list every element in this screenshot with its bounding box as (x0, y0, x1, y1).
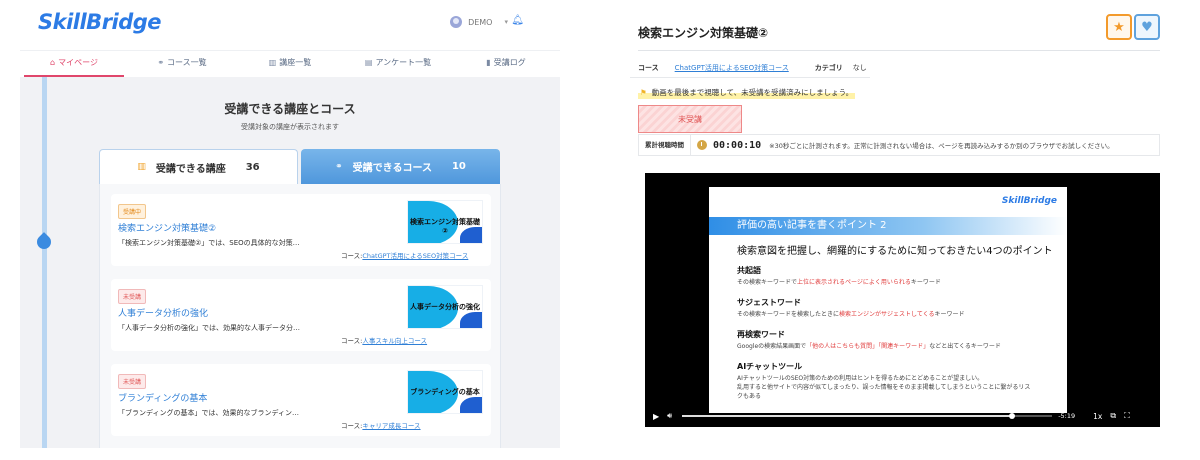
lecture-thumbnail[interactable]: 人事データ分析の強化 (407, 285, 483, 329)
main-nav: ⌂ マイページ ⚭ コース一覧 ▥ 講座一覧 ▤ アンケート一覧 ▮ 受講ログ (20, 50, 560, 77)
watch-time-row: 累計視聴時間 00:00:10 ※30秒ごとに計測されます。正常に計測されない場… (638, 134, 1160, 156)
course-link[interactable]: 人事スキル向上コース (362, 337, 427, 345)
section-subtitle: 受講対象の講座が表示されます (241, 123, 339, 131)
progress-fill (682, 415, 1012, 417)
video-player[interactable]: SkillBridge 評価の高い記事を書くポイント 2 検索意図を把握し、網羅… (645, 173, 1160, 427)
lecture-meta: コース ChatGPT活用によるSEO対策コース カテゴリ なし (638, 60, 867, 76)
nav-survey-list[interactable]: ▤ アンケート一覧 (344, 51, 452, 76)
lecture-description: 「人事データ分析の強化」では、効果的な人事データ分… (118, 324, 300, 332)
course-link[interactable]: キャリア成長コース (362, 422, 420, 430)
lecture-thumbnail[interactable]: ブランディングの基本 (407, 370, 483, 414)
lecture-course: コース:キャリア成長コース (341, 422, 421, 430)
book-icon: ▥ (268, 58, 277, 67)
slide-point-title: サジェストワード (737, 298, 801, 307)
section-title: 受講できる講座とコース (224, 102, 356, 116)
playback-speed[interactable]: 1x (1093, 412, 1102, 421)
brand-logo[interactable]: SkillBridge (38, 10, 162, 34)
nav-mypage[interactable]: ⌂ マイページ (20, 51, 128, 77)
slide-subheading: 検索意図を把握し、網羅的にするために知っておきたい4つのポイント (737, 246, 1053, 257)
lecture-title[interactable]: 人事データ分析の強化 (118, 306, 208, 319)
slide-logo: SkillBridge (1001, 196, 1057, 206)
category-label: カテゴリ (814, 64, 843, 72)
lecture-course: コース:ChatGPT活用によるSEO対策コース (341, 252, 469, 260)
divider (638, 50, 1160, 51)
mypage-panel: SkillBridge DEMO ▾ 🔔︎ ⌂ マイページ ⚭ コース一覧 ▥ 講座一… (20, 0, 560, 448)
fullscreen-icon[interactable]: ⛶ (1124, 411, 1130, 421)
volume-icon[interactable]: 🔊︎ (667, 411, 672, 421)
lecture-description: 「検索エンジン対策基礎②」では、SEOの具体的な対策… (118, 239, 300, 247)
avatar-icon (450, 16, 463, 28)
progress-knob[interactable] (1008, 413, 1015, 419)
category-value: なし (852, 64, 867, 72)
video-progress-bar[interactable] (682, 413, 1053, 419)
slide-point-desc: その検索キーワードで上位に表示されるページによく用いられるキーワード (737, 279, 941, 286)
nav-course-list[interactable]: ⚭ コース一覧 (128, 51, 236, 76)
slide-point-desc: Googleの検索結果画面で「他の人はこちらも質問」「関連キーワード」などと出て… (737, 343, 1001, 350)
bell-icon[interactable]: 🔔︎ (511, 15, 524, 26)
slide-point-desc: 乱用すると他サイトで内容が似てしまったり、誤った情報をそのまま掲載してしまうとい… (737, 384, 1031, 391)
play-icon[interactable]: ▶ (653, 412, 659, 421)
pip-icon[interactable]: ⧉ (1110, 411, 1116, 421)
chart-icon: ▮ (486, 58, 491, 67)
tab-count: 36 (245, 161, 260, 173)
progress-timeline (42, 77, 47, 448)
course-label: コース (638, 64, 659, 72)
star-icon: ★ (1113, 19, 1125, 35)
lecture-card[interactable]: 受講中 検索エンジン対策基礎② 「検索エンジン対策基礎②」では、SEOの具体的な… (111, 194, 491, 266)
page-title: 検索エンジン対策基礎② (638, 26, 769, 40)
nav-lecture-list[interactable]: ▥ 講座一覧 (236, 51, 344, 76)
lecture-title[interactable]: ブランディングの基本 (118, 391, 207, 404)
lecture-description: 「ブランディングの基本」では、効果的なブランディン… (118, 409, 300, 417)
survey-icon: ▤ (364, 58, 373, 67)
lecture-card[interactable]: 未受講 人事データ分析の強化 「人事データ分析の強化」では、効果的な人事データ分… (111, 279, 491, 351)
watch-notice: ⚑ 動画を最後まで視聴して、未受講を受講済みにしましょう。 (638, 86, 856, 99)
video-frame: SkillBridge 評価の高い記事を書くポイント 2 検索意図を把握し、網羅… (709, 187, 1067, 413)
favorite-star-button[interactable]: ★ (1106, 14, 1132, 40)
time-remaining: -5:19 (1058, 412, 1076, 420)
tab-courses[interactable]: ⚭ 受講できるコース 10 (301, 149, 500, 184)
like-heart-button[interactable]: ♥ (1134, 14, 1160, 40)
lecture-thumbnail[interactable]: 検索エンジン対策基礎② (407, 200, 483, 244)
heart-icon: ♥ (1141, 19, 1153, 35)
slide-point-title: 再検索ワード (737, 330, 785, 339)
user-menu[interactable]: DEMO ▾ (450, 16, 508, 28)
lecture-title[interactable]: 検索エンジン対策基礎② (118, 221, 216, 234)
lecture-card[interactable]: 未受講 ブランディングの基本 「ブランディングの基本」では、効果的なブランディン… (111, 364, 491, 436)
status-badge: 未受講 (118, 289, 147, 304)
course-icon: ⚭ (157, 58, 165, 67)
course-link[interactable]: ChatGPT活用によるSEO対策コース (675, 63, 789, 73)
video-controls: ▶ 🔊︎ -5:19 1x ⧉ ⛶ (645, 405, 1160, 427)
status-badge: 未受講 (638, 105, 742, 133)
slide-point-title: AIチャットツール (737, 362, 803, 371)
tab-count: 10 (451, 161, 466, 172)
slide-point-title: 共起語 (737, 266, 761, 275)
slide-point-desc: AIチャットツールのSEO対策のための利用はヒントを得るためにとどめることが望ま… (737, 375, 984, 382)
status-badge: 未受講 (118, 374, 147, 389)
course-link[interactable]: ChatGPT活用によるSEO対策コース (362, 252, 468, 260)
user-name: DEMO (468, 17, 493, 27)
course-icon: ⚭ (335, 161, 343, 172)
chevron-down-icon: ▾ (504, 18, 508, 26)
lecture-list: 受講中 検索エンジン対策基礎② 「検索エンジン対策基礎②」では、SEOの具体的な… (99, 184, 501, 448)
lecture-detail-panel: 検索エンジン対策基礎② ★ ♥ コース ChatGPT活用によるSEO対策コース… (630, 0, 1160, 460)
watch-time-value: 00:00:10 (713, 139, 762, 151)
status-badge: 受講中 (118, 204, 147, 219)
slide-heading: 評価の高い記事を書くポイント 2 (709, 217, 1067, 235)
slide-point-desc: その検索キーワードを検索したときに検索エンジンがサジェストしてくるキーワード (737, 311, 965, 318)
main-content: 受講できる講座とコース 受講対象の講座が表示されます ▥ 受講できる講座 36 … (20, 77, 560, 448)
flag-icon: ⚑ (640, 88, 647, 97)
clock-icon (697, 140, 707, 150)
lecture-course: コース:人事スキル向上コース (341, 337, 428, 345)
tab-lectures[interactable]: ▥ 受講できる講座 36 (99, 149, 298, 184)
nav-learning-log[interactable]: ▮ 受講ログ (452, 51, 560, 76)
header: SkillBridge DEMO ▾ 🔔︎ (20, 0, 560, 46)
home-icon: ⌂ (50, 58, 56, 67)
slide-point-desc: クもある (737, 393, 762, 400)
book-icon: ▥ (137, 162, 146, 172)
watch-time-label: 累計視聴時間 (639, 135, 691, 155)
drop-icon (34, 232, 54, 252)
watch-time-note: ※30秒ごとに計測されます。正常に計測されない場合は、ページを再読み込みするか別… (769, 142, 1114, 150)
